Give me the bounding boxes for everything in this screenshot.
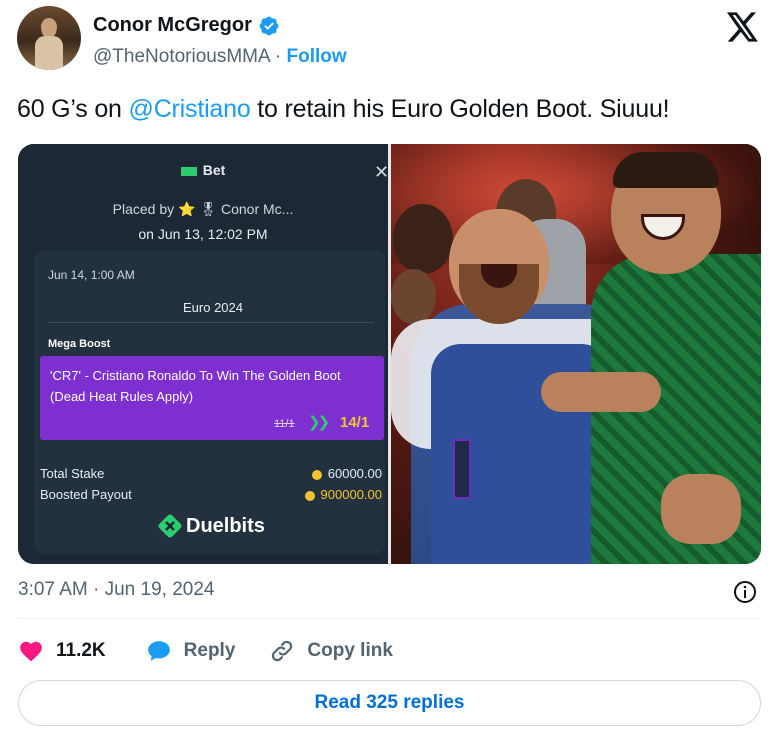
separator-line	[18, 618, 761, 619]
ronaldo-hand-shape	[661, 474, 741, 544]
reply-label: Reply	[183, 640, 236, 661]
like-button[interactable]: 11.2K	[18, 638, 106, 664]
author-avatar[interactable]	[17, 6, 81, 70]
new-odds: 14/1	[340, 414, 370, 431]
handle-separator: ·	[274, 46, 282, 67]
author-name-row: Conor McGregor	[93, 14, 280, 37]
bet-slip-title-text: Bet	[202, 162, 226, 178]
background-person-shape	[393, 204, 453, 274]
reply-button[interactable]: Reply	[146, 638, 236, 664]
boosted-payout-label: Boosted Payout	[40, 487, 132, 502]
author-handle[interactable]: @TheNotoriousMMA	[93, 46, 270, 67]
ringside-photo	[391, 144, 761, 564]
heart-icon	[20, 641, 42, 662]
bet-slip-image: Bet ✕ Placed by ⭐ 🎖 Conor Mc... on Jun 1…	[18, 144, 390, 564]
tweet-text-end: to retain his Euro Golden Boot. Siuuu!	[250, 95, 670, 123]
avatar-head-shape	[41, 18, 57, 36]
boosted-payout-value: 900000.00	[304, 487, 382, 502]
x-logo-icon[interactable]	[727, 12, 759, 42]
author-display-name[interactable]: Conor McGregor	[93, 14, 252, 37]
card-divider	[48, 322, 374, 323]
author-handle-row: @TheNotoriousMMA · Follow	[93, 46, 347, 68]
selection-line-1: 'CR7' - Cristiano Ronaldo To Win The Gol…	[50, 368, 341, 383]
lanyard-badge-shape	[453, 439, 471, 499]
background-person-shape	[391, 269, 436, 324]
mention-link[interactable]: @Cristiano	[129, 95, 251, 123]
avatar-body-shape	[35, 36, 63, 70]
tweet-text: 60 G’s on @Cristiano to retain his Euro …	[17, 95, 670, 124]
action-bar: 11.2K Reply Copy link	[18, 636, 393, 666]
event-name: Euro 2024	[183, 300, 243, 315]
coin-icon	[304, 490, 315, 501]
reply-bubble-icon	[147, 641, 170, 661]
boost-label: Mega Boost	[48, 338, 111, 350]
link-icon	[272, 640, 293, 662]
close-icon: ✕	[374, 162, 390, 182]
placed-by: Placed by ⭐ 🎖 Conor Mc...	[112, 201, 294, 217]
boost-arrows-icon: ❯❯	[308, 414, 330, 431]
copy-link-label: Copy link	[307, 640, 393, 661]
coin-icon	[311, 469, 322, 480]
event-date: Jun 14, 1:00 AM	[48, 268, 135, 282]
duelbits-mark-icon	[158, 514, 182, 538]
verified-badge-icon	[259, 16, 279, 35]
duelbits-wordmark: Duelbits	[186, 514, 265, 537]
total-stake-label: Total Stake	[40, 466, 105, 481]
copy-link-button[interactable]: Copy link	[269, 638, 393, 664]
ronaldo-hair-shape	[613, 152, 719, 188]
follow-button[interactable]: Follow	[287, 46, 347, 67]
boosted-payout-amount: 900000.00	[320, 487, 382, 502]
placed-date: on Jun 13, 12:02 PM	[138, 226, 268, 242]
ticket-icon	[180, 166, 197, 176]
selection-line-2: (Dead Heat Rules Apply)	[50, 389, 194, 404]
tweet-timestamp[interactable]: 3:07 AM · Jun 19, 2024	[18, 579, 214, 601]
ronaldo-arm-shape	[541, 372, 661, 412]
bet-slip-title: Bet	[18, 162, 388, 178]
tweet-media[interactable]: Bet ✕ Placed by ⭐ 🎖 Conor Mc... on Jun 1…	[18, 144, 761, 564]
total-stake-amount: 60000.00	[327, 466, 382, 481]
old-odds: 11/1	[274, 418, 295, 430]
read-replies-button[interactable]: Read 325 replies	[18, 680, 761, 726]
info-icon[interactable]	[733, 580, 757, 604]
like-count: 11.2K	[56, 640, 106, 661]
duelbits-logo: Duelbits	[158, 514, 265, 538]
total-stake-value: 60000.00	[311, 466, 382, 481]
tweet-text-start: 60 G’s on	[17, 95, 129, 123]
